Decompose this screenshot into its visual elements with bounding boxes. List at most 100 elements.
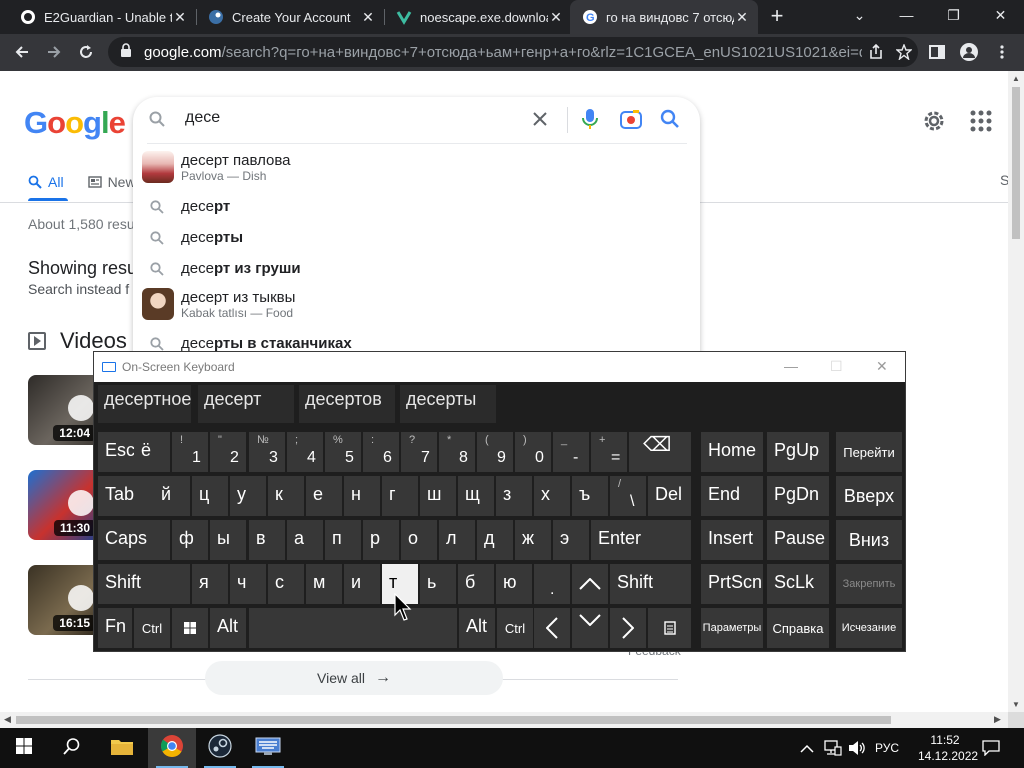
key-7[interactable]: ? 7: [401, 432, 437, 472]
close-tab-icon[interactable]: ✕: [172, 9, 188, 26]
reload-button[interactable]: [72, 38, 100, 66]
profile-avatar-icon[interactable]: [955, 38, 983, 66]
word-prediction[interactable]: десерты: [400, 385, 496, 423]
key-help[interactable]: Справка: [767, 608, 829, 648]
key-tab[interactable]: Tab: [98, 476, 162, 516]
key-go[interactable]: Перейти: [836, 432, 902, 472]
key-alt-right[interactable]: Alt: [459, 608, 495, 648]
key-arrow-down[interactable]: [572, 608, 608, 648]
key-letter[interactable]: э: [553, 520, 589, 560]
start-button[interactable]: [0, 728, 48, 768]
key-letter[interactable]: л: [439, 520, 475, 560]
key-letter[interactable]: ь: [420, 564, 456, 604]
suggestion-item[interactable]: десерты: [133, 222, 700, 253]
share-icon[interactable]: [862, 38, 890, 66]
key-arrow-up[interactable]: [572, 564, 608, 604]
key-letter[interactable]: ъ: [572, 476, 608, 516]
key-fn[interactable]: Fn: [98, 608, 132, 648]
tab-search-icon[interactable]: ⌄: [836, 0, 883, 30]
key-minus[interactable]: _ -: [553, 432, 589, 472]
google-apps-icon[interactable]: [970, 110, 992, 132]
close-tab-icon[interactable]: ✕: [548, 9, 564, 26]
key-letter[interactable]: с: [268, 564, 304, 604]
search-input[interactable]: десе: [185, 109, 220, 127]
key-1[interactable]: ! 1: [172, 432, 208, 472]
video-thumbnail[interactable]: 11:30: [28, 470, 100, 540]
key-2[interactable]: " 2: [210, 432, 246, 472]
key-yo[interactable]: ё: [134, 432, 170, 472]
key-letter[interactable]: з: [496, 476, 532, 516]
settings-gear-icon[interactable]: [921, 108, 947, 134]
view-all-button[interactable]: View all →: [205, 661, 503, 695]
key-backslash[interactable]: / \: [610, 476, 646, 516]
key-0[interactable]: ) 0: [515, 432, 551, 472]
key-letter[interactable]: и: [344, 564, 380, 604]
minimize-button[interactable]: —: [883, 0, 930, 30]
key-letter[interactable]: ч: [230, 564, 266, 604]
key-options[interactable]: Параметры: [701, 608, 763, 648]
side-panel-icon[interactable]: [923, 38, 951, 66]
voice-search-mic-icon[interactable]: [582, 108, 598, 135]
volume-icon[interactable]: [848, 728, 866, 768]
browser-tab[interactable]: Create Your Account ✕: [196, 0, 384, 34]
word-prediction[interactable]: десертное: [98, 385, 191, 423]
key-end[interactable]: End: [701, 476, 763, 516]
key-letter[interactable]: к: [268, 476, 304, 516]
key-delete[interactable]: Del: [648, 476, 691, 516]
key-scrlk[interactable]: ScLk: [767, 564, 829, 604]
key-letter[interactable]: щ: [458, 476, 494, 516]
google-lens-camera-icon[interactable]: [620, 109, 642, 134]
horizontal-scroll-thumb[interactable]: [16, 716, 891, 724]
key-enter[interactable]: Enter: [591, 520, 691, 560]
key-letter[interactable]: а: [287, 520, 323, 560]
key-menu[interactable]: [648, 608, 691, 648]
key-ctrl-left[interactable]: Ctrl: [134, 608, 170, 648]
search-submit-icon[interactable]: [660, 109, 680, 134]
scroll-up-arrow-icon[interactable]: ▲: [1012, 74, 1020, 83]
scroll-right-arrow-icon[interactable]: ▶: [994, 714, 1001, 725]
taskbar-osk[interactable]: [244, 728, 292, 768]
suggestion-item[interactable]: десерт павлова Pavlova — Dish: [133, 148, 700, 186]
show-hidden-icons-chevron-icon[interactable]: [800, 728, 814, 768]
close-tab-icon[interactable]: ✕: [360, 9, 376, 26]
tab-news[interactable]: New: [87, 171, 136, 193]
osk-title-bar[interactable]: On-Screen Keyboard — ☐ ✕: [94, 352, 905, 382]
key-8[interactable]: * 8: [439, 432, 475, 472]
key-6[interactable]: :6: [363, 432, 399, 472]
key-5[interactable]: % 5: [325, 432, 361, 472]
network-icon[interactable]: [824, 728, 842, 768]
key-letter[interactable]: ш: [420, 476, 456, 516]
suggestion-item[interactable]: десерт: [133, 191, 700, 222]
key-pgdn[interactable]: PgDn: [767, 476, 829, 516]
key-pause[interactable]: Pause: [767, 520, 829, 560]
key-letter[interactable]: е: [306, 476, 342, 516]
key-letter[interactable]: я: [192, 564, 228, 604]
key-letter[interactable]: д: [477, 520, 513, 560]
key-letter[interactable]: о: [401, 520, 437, 560]
key-space[interactable]: [249, 608, 457, 648]
key-letter[interactable]: ж: [515, 520, 551, 560]
back-button[interactable]: [8, 38, 36, 66]
lock-icon[interactable]: [120, 43, 132, 61]
key-equals[interactable]: + =: [591, 432, 627, 472]
key-insert[interactable]: Insert: [701, 520, 763, 560]
osk-close-button[interactable]: ✕: [876, 358, 888, 375]
key-letter[interactable]: р: [363, 520, 399, 560]
action-center-icon[interactable]: [982, 728, 1000, 768]
osk-minimize-button[interactable]: —: [784, 358, 798, 374]
suggestion-item[interactable]: десерт из груши: [133, 253, 700, 284]
search-instead-link[interactable]: Search instead f: [28, 281, 129, 297]
key-letter[interactable]: г: [382, 476, 418, 516]
key-arrow-left[interactable]: [534, 608, 570, 648]
browser-tab[interactable]: noescape.exe.download ✕: [384, 0, 572, 34]
key-up[interactable]: Вверх: [836, 476, 902, 516]
taskbar-file-explorer[interactable]: [98, 728, 146, 768]
word-prediction[interactable]: десертов: [299, 385, 395, 423]
key-letter[interactable]: в: [249, 520, 285, 560]
key-alt-left[interactable]: Alt: [210, 608, 246, 648]
browser-menu-icon[interactable]: [988, 38, 1016, 66]
word-prediction[interactable]: десерт: [198, 385, 294, 423]
horizontal-scrollbar[interactable]: ◀ ▶: [0, 712, 1008, 728]
key-letter[interactable]: м: [306, 564, 342, 604]
close-window-button[interactable]: ✕: [977, 0, 1024, 30]
